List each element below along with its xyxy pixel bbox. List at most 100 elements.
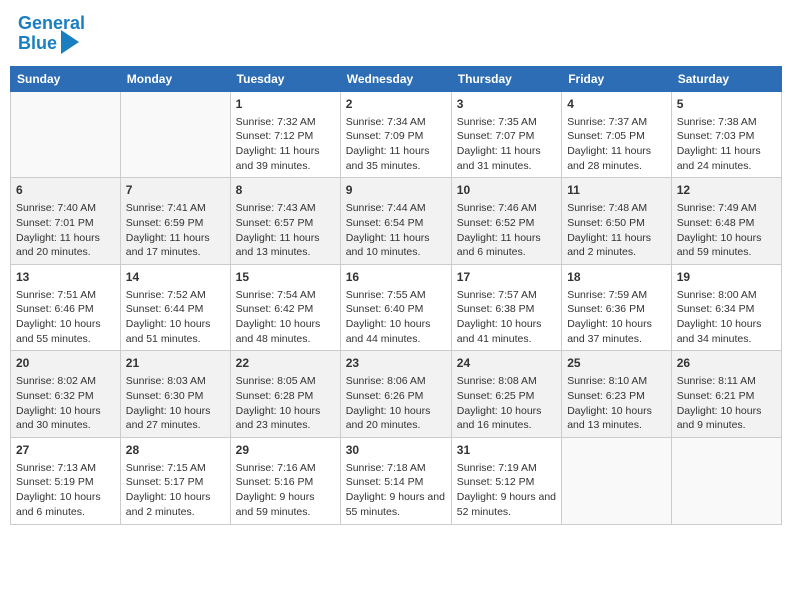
day-info: Sunrise: 8:06 AMSunset: 6:26 PMDaylight:… xyxy=(346,374,446,433)
day-info: Sunrise: 7:40 AMSunset: 7:01 PMDaylight:… xyxy=(16,201,115,260)
day-info: Sunrise: 7:43 AMSunset: 6:57 PMDaylight:… xyxy=(236,201,335,260)
calendar-cell xyxy=(120,91,230,178)
logo-blue: Blue xyxy=(18,34,57,54)
calendar-cell: 27 Sunrise: 7:13 AMSunset: 5:19 PMDayligh… xyxy=(11,437,121,524)
calendar-cell: 17 Sunrise: 7:57 AMSunset: 6:38 PMDayligh… xyxy=(451,264,561,351)
calendar-cell: 23 Sunrise: 8:06 AMSunset: 6:26 PMDayligh… xyxy=(340,351,451,438)
column-header-sunday: Sunday xyxy=(11,66,121,91)
day-info: Sunrise: 8:11 AMSunset: 6:21 PMDaylight:… xyxy=(677,374,776,433)
calendar-cell: 7 Sunrise: 7:41 AMSunset: 6:59 PMDaylight… xyxy=(120,178,230,265)
day-info: Sunrise: 8:02 AMSunset: 6:32 PMDaylight:… xyxy=(16,374,115,433)
calendar-table: SundayMondayTuesdayWednesdayThursdayFrid… xyxy=(10,66,782,525)
calendar-cell: 25Sunrise: 8:10 AMSunset: 6:23 PMDayligh… xyxy=(562,351,672,438)
calendar-cell: 6Sunrise: 7:40 AMSunset: 7:01 PMDaylight… xyxy=(11,178,121,265)
day-number: 16 xyxy=(346,269,446,286)
day-info: Sunrise: 7:16 AMSunset: 5:16 PMDaylight:… xyxy=(236,461,335,520)
day-info: Sunrise: 8:10 AMSunset: 6:23 PMDaylight:… xyxy=(567,374,666,433)
calendar-week-3: 13 Sunrise: 7:51 AMSunset: 6:46 PMDayligh… xyxy=(11,264,782,351)
day-number: 5 xyxy=(677,96,776,113)
column-header-friday: Friday xyxy=(562,66,672,91)
day-info: Sunrise: 7:51 AMSunset: 6:46 PMDaylight:… xyxy=(16,288,115,347)
calendar-cell: 29 Sunrise: 7:16 AMSunset: 5:16 PMDayligh… xyxy=(230,437,340,524)
day-number: 4 xyxy=(567,96,666,113)
day-number: 8 xyxy=(236,182,335,199)
calendar-cell: 16 Sunrise: 7:55 AMSunset: 6:40 PMDayligh… xyxy=(340,264,451,351)
day-number: 21 xyxy=(126,355,225,372)
logo-arrow-icon xyxy=(61,30,79,54)
calendar-week-5: 27 Sunrise: 7:13 AMSunset: 5:19 PMDayligh… xyxy=(11,437,782,524)
column-header-wednesday: Wednesday xyxy=(340,66,451,91)
day-number: 27 xyxy=(16,442,115,459)
calendar-cell: 15 Sunrise: 7:54 AMSunset: 6:42 PMDayligh… xyxy=(230,264,340,351)
calendar-cell: 4 Sunrise: 7:37 AMSunset: 7:05 PMDaylight… xyxy=(562,91,672,178)
day-number: 29 xyxy=(236,442,335,459)
day-number: 22 xyxy=(236,355,335,372)
day-number: 17 xyxy=(457,269,556,286)
day-number: 23 xyxy=(346,355,446,372)
day-number: 10 xyxy=(457,182,556,199)
calendar-cell: 28Sunrise: 7:15 AMSunset: 5:17 PMDayligh… xyxy=(120,437,230,524)
day-info: Sunrise: 7:41 AMSunset: 6:59 PMDaylight:… xyxy=(126,201,225,260)
day-number: 15 xyxy=(236,269,335,286)
calendar-cell: 30Sunrise: 7:18 AMSunset: 5:14 PMDayligh… xyxy=(340,437,451,524)
calendar-cell: 9Sunrise: 7:44 AMSunset: 6:54 PMDaylight… xyxy=(340,178,451,265)
day-number: 7 xyxy=(126,182,225,199)
day-number: 18 xyxy=(567,269,666,286)
calendar-cell: 18 Sunrise: 7:59 AMSunset: 6:36 PMDayligh… xyxy=(562,264,672,351)
calendar-cell: 12 Sunrise: 7:49 AMSunset: 6:48 PMDayligh… xyxy=(671,178,781,265)
column-header-monday: Monday xyxy=(120,66,230,91)
day-info: Sunrise: 7:57 AMSunset: 6:38 PMDaylight:… xyxy=(457,288,556,347)
day-number: 12 xyxy=(677,182,776,199)
day-number: 26 xyxy=(677,355,776,372)
calendar-cell: 11 Sunrise: 7:48 AMSunset: 6:50 PMDayligh… xyxy=(562,178,672,265)
calendar-cell xyxy=(11,91,121,178)
day-info: Sunrise: 7:59 AMSunset: 6:36 PMDaylight:… xyxy=(567,288,666,347)
column-header-thursday: Thursday xyxy=(451,66,561,91)
calendar-cell: 24Sunrise: 8:08 AMSunset: 6:25 PMDayligh… xyxy=(451,351,561,438)
day-number: 2 xyxy=(346,96,446,113)
calendar-cell xyxy=(671,437,781,524)
day-info: Sunrise: 7:55 AMSunset: 6:40 PMDaylight:… xyxy=(346,288,446,347)
calendar-cell: 2Sunrise: 7:34 AMSunset: 7:09 PMDaylight… xyxy=(340,91,451,178)
day-info: Sunrise: 7:37 AMSunset: 7:05 PMDaylight:… xyxy=(567,115,666,174)
page-header: General Blue xyxy=(10,10,782,58)
day-info: Sunrise: 7:52 AMSunset: 6:44 PMDaylight:… xyxy=(126,288,225,347)
day-number: 20 xyxy=(16,355,115,372)
calendar-cell: 22Sunrise: 8:05 AMSunset: 6:28 PMDayligh… xyxy=(230,351,340,438)
day-info: Sunrise: 7:54 AMSunset: 6:42 PMDaylight:… xyxy=(236,288,335,347)
day-info: Sunrise: 8:08 AMSunset: 6:25 PMDaylight:… xyxy=(457,374,556,433)
day-number: 13 xyxy=(16,269,115,286)
calendar-cell: 8 Sunrise: 7:43 AMSunset: 6:57 PMDaylight… xyxy=(230,178,340,265)
calendar-week-1: 1Sunrise: 7:32 AMSunset: 7:12 PMDaylight… xyxy=(11,91,782,178)
calendar-cell: 13 Sunrise: 7:51 AMSunset: 6:46 PMDayligh… xyxy=(11,264,121,351)
column-header-tuesday: Tuesday xyxy=(230,66,340,91)
calendar-cell: 21 Sunrise: 8:03 AMSunset: 6:30 PMDayligh… xyxy=(120,351,230,438)
calendar-cell: 19Sunrise: 8:00 AMSunset: 6:34 PMDayligh… xyxy=(671,264,781,351)
calendar-cell: 10 Sunrise: 7:46 AMSunset: 6:52 PMDayligh… xyxy=(451,178,561,265)
day-number: 11 xyxy=(567,182,666,199)
day-number: 3 xyxy=(457,96,556,113)
calendar-cell: 1Sunrise: 7:32 AMSunset: 7:12 PMDaylight… xyxy=(230,91,340,178)
day-number: 28 xyxy=(126,442,225,459)
calendar-cell: 14 Sunrise: 7:52 AMSunset: 6:44 PMDayligh… xyxy=(120,264,230,351)
calendar-week-4: 20 Sunrise: 8:02 AMSunset: 6:32 PMDayligh… xyxy=(11,351,782,438)
calendar-cell: 26 Sunrise: 8:11 AMSunset: 6:21 PMDayligh… xyxy=(671,351,781,438)
day-info: Sunrise: 8:03 AMSunset: 6:30 PMDaylight:… xyxy=(126,374,225,433)
calendar-week-2: 6Sunrise: 7:40 AMSunset: 7:01 PMDaylight… xyxy=(11,178,782,265)
day-info: Sunrise: 8:00 AMSunset: 6:34 PMDaylight:… xyxy=(677,288,776,347)
day-number: 14 xyxy=(126,269,225,286)
calendar-header-row: SundayMondayTuesdayWednesdayThursdayFrid… xyxy=(11,66,782,91)
day-info: Sunrise: 7:46 AMSunset: 6:52 PMDaylight:… xyxy=(457,201,556,260)
logo: General Blue xyxy=(18,14,85,54)
calendar-cell: 20 Sunrise: 8:02 AMSunset: 6:32 PMDayligh… xyxy=(11,351,121,438)
day-info: Sunrise: 7:32 AMSunset: 7:12 PMDaylight:… xyxy=(236,115,335,174)
calendar-cell: 5 Sunrise: 7:38 AMSunset: 7:03 PMDaylight… xyxy=(671,91,781,178)
day-info: Sunrise: 7:49 AMSunset: 6:48 PMDaylight:… xyxy=(677,201,776,260)
calendar-cell xyxy=(562,437,672,524)
day-info: Sunrise: 7:19 AMSunset: 5:12 PMDaylight:… xyxy=(457,461,556,520)
day-info: Sunrise: 7:38 AMSunset: 7:03 PMDaylight:… xyxy=(677,115,776,174)
column-header-saturday: Saturday xyxy=(671,66,781,91)
day-info: Sunrise: 7:13 AMSunset: 5:19 PMDaylight:… xyxy=(16,461,115,520)
day-info: Sunrise: 7:48 AMSunset: 6:50 PMDaylight:… xyxy=(567,201,666,260)
day-number: 9 xyxy=(346,182,446,199)
